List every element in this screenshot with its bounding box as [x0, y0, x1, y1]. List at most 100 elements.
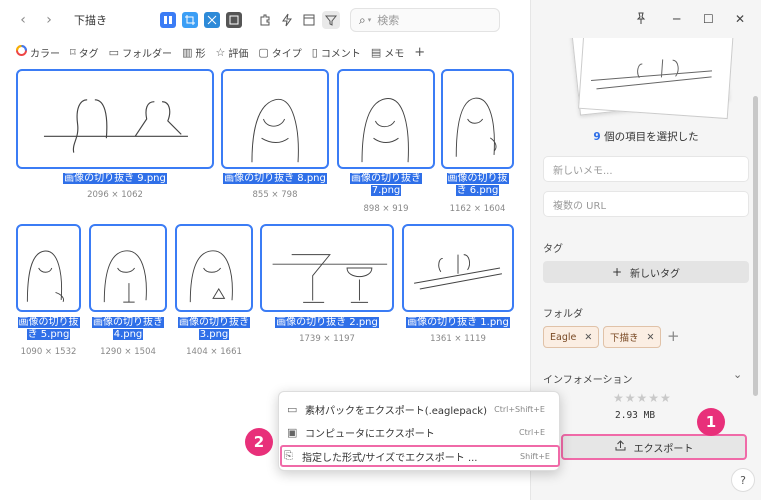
memo-icon: ▤	[370, 45, 382, 59]
item-dimensions: 1361 × 1119	[430, 334, 486, 344]
file-size: 2.93 MB	[615, 410, 656, 421]
item-name: 画像の切り抜き 2.png	[275, 317, 379, 328]
search-icon: ⌕	[359, 12, 366, 27]
item-card[interactable]: 画像の切り抜き 9.png 2096 × 1062	[16, 69, 214, 200]
star-icon: ☆	[215, 45, 226, 59]
pin-icon[interactable]	[635, 12, 647, 27]
item-thumbnail[interactable]	[16, 69, 214, 169]
sketch-image	[251, 98, 299, 163]
item-dimensions: 2096 × 1062	[87, 190, 143, 200]
item-thumbnail[interactable]	[221, 69, 329, 169]
tag-heading: タグ	[543, 244, 563, 255]
close-icon[interactable]: ✕	[735, 12, 745, 26]
folder-icon: ▭	[108, 45, 120, 59]
item-card[interactable]: 画像の切り抜き 6.png 1162 × 1604	[441, 69, 514, 215]
url-input[interactable]: 複数の URL	[543, 191, 749, 217]
filter-rating-label: 評価	[228, 48, 249, 60]
crop-icon[interactable]	[182, 12, 198, 28]
lightning-icon[interactable]	[278, 11, 296, 29]
menu-item-export-computer[interactable]: ▣ コンピュータにエクスポート Ctrl+E	[287, 421, 553, 443]
help-button[interactable]: ?	[731, 468, 755, 492]
search-dropdown-icon[interactable]: ▾	[368, 16, 372, 24]
filter-icon[interactable]	[322, 11, 340, 29]
sketch-image	[103, 250, 147, 303]
folder-chip-eagle[interactable]: Eagle ✕	[543, 326, 600, 348]
folder-chip-shitagaki[interactable]: 下描き ✕	[603, 326, 662, 348]
item-name: 画像の切り抜き 9.png	[63, 173, 167, 184]
minimize-icon[interactable]: ─	[673, 12, 680, 26]
search-placeholder: 検索	[377, 14, 400, 27]
grid-view-icon[interactable]	[226, 12, 242, 28]
back-button[interactable]: ‹	[14, 12, 32, 28]
layout-waterfall-icon[interactable]	[160, 12, 176, 28]
tag-icon: ⌑	[70, 45, 76, 59]
add-filter-button[interactable]: +	[414, 45, 425, 60]
export-context-menu: ▭ 素材パックをエクスポート(.eaglepack) Ctrl+Shift+E …	[278, 391, 560, 471]
new-tag-button[interactable]: + 新しいタグ	[543, 261, 749, 283]
layout-icon[interactable]	[300, 11, 318, 29]
selected-count: 9	[593, 131, 601, 143]
breadcrumb: 下描き	[74, 14, 107, 27]
export-button[interactable]: エクスポート	[561, 434, 747, 460]
item-thumbnail[interactable]	[441, 69, 514, 169]
plus-icon: +	[611, 265, 623, 279]
filter-shape[interactable]: ▥ 形	[182, 45, 205, 60]
sketch-image	[43, 99, 188, 153]
step-badge-1: 1	[697, 408, 725, 436]
comment-icon: ▯	[311, 45, 318, 59]
memo-input[interactable]: 新しいメモ...	[543, 156, 749, 182]
inspector-panel: ─ ☐ ✕ 9 個の項目を選択した 新しいメモ... 複数の URL タグ + 新…	[530, 0, 761, 500]
item-card[interactable]: 画像の切り抜き 8.png 855 × 798	[221, 69, 329, 200]
item-card[interactable]: 画像の切り抜き 4.png 1290 × 1504	[89, 224, 167, 364]
item-thumbnail[interactable]	[175, 224, 253, 312]
item-thumbnail[interactable]	[16, 224, 81, 312]
menu-item-export-pack[interactable]: ▭ 素材パックをエクスポート(.eaglepack) Ctrl+Shift+E	[287, 398, 553, 420]
item-card[interactable]: 画像の切り抜き 1.png 1361 × 1119	[402, 224, 514, 364]
item-name: 画像の切り抜き 5.png	[17, 317, 80, 340]
shape-icon: ▥	[182, 45, 193, 59]
item-card[interactable]: 画像の切り抜き 5.png 1090 × 1532	[16, 224, 81, 364]
filter-memo-label: メモ	[384, 48, 405, 60]
item-dimensions: 1090 × 1532	[20, 347, 77, 357]
top-toolbar: ‹ › 下描き ⌕ ▾ 検索	[0, 0, 530, 40]
plugin-icon[interactable]	[256, 11, 274, 29]
maximize-icon[interactable]: ☐	[703, 12, 714, 26]
filter-comment[interactable]: ▯ コメント	[312, 45, 361, 60]
forward-button[interactable]: ›	[40, 12, 58, 28]
sketch-image	[361, 98, 409, 163]
item-name: 画像の切り抜き 7.png	[350, 173, 422, 196]
rating-stars[interactable]: ★★★★★	[613, 391, 672, 405]
filter-rating[interactable]: ☆ 評価	[215, 45, 248, 60]
item-thumbnail[interactable]	[402, 224, 514, 312]
export-file-icon: ⎘	[284, 449, 293, 462]
item-thumbnail[interactable]	[260, 224, 394, 312]
sketch-image	[272, 254, 388, 303]
item-card[interactable]: 画像の切り抜き 2.png 1739 × 1197	[260, 224, 394, 364]
menu-item-export-format[interactable]: ⎘ 指定した形式/サイズでエクスポート ... Shift+E	[280, 445, 560, 467]
filter-tag[interactable]: ⌑ タグ	[70, 45, 99, 60]
item-thumbnail[interactable]	[337, 69, 435, 169]
chevron-down-icon[interactable]: ⌄	[733, 368, 742, 381]
item-thumbnail[interactable]	[89, 224, 167, 312]
computer-icon: ▣	[287, 425, 298, 439]
filter-color[interactable]: カラー	[16, 45, 60, 60]
filter-type-label: タイプ	[271, 48, 302, 60]
remove-icon[interactable]: ✕	[584, 332, 592, 343]
item-card[interactable]: 画像の切り抜き 3.png 1404 × 1661	[175, 224, 253, 364]
filter-memo[interactable]: ▤ メモ	[371, 45, 404, 60]
color-wheel-icon	[16, 45, 27, 59]
filter-tag-label: タグ	[78, 48, 99, 60]
item-name: 画像の切り抜き 3.png	[178, 317, 250, 340]
filter-folder[interactable]: ▭ フォルダー	[109, 45, 172, 60]
type-icon: ▢	[258, 45, 269, 59]
filter-shape-label: 形	[195, 48, 206, 60]
scrollbar[interactable]	[753, 96, 758, 396]
selection-summary: 9 個の項目を選択した	[543, 129, 749, 144]
search-box[interactable]: ⌕ ▾ 検索	[350, 8, 500, 32]
resize-icon[interactable]	[204, 12, 220, 28]
add-folder-button[interactable]: +	[667, 327, 680, 345]
remove-icon[interactable]: ✕	[647, 332, 655, 343]
export-icon	[615, 440, 626, 454]
item-card[interactable]: 画像の切り抜き 7.png 898 × 919	[337, 69, 435, 215]
filter-type[interactable]: ▢ タイプ	[258, 45, 301, 60]
